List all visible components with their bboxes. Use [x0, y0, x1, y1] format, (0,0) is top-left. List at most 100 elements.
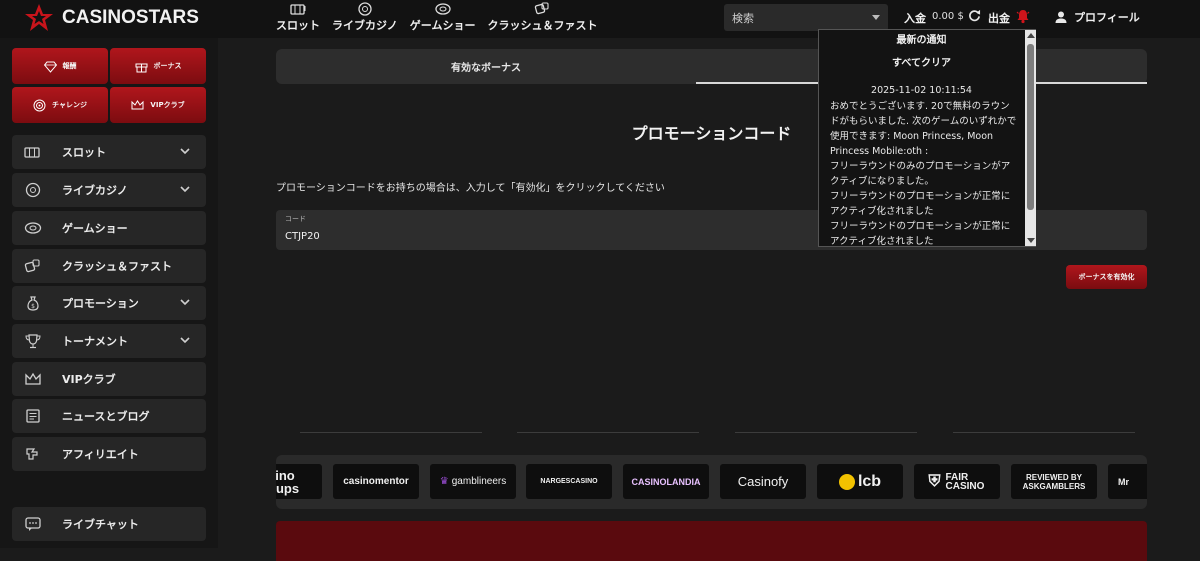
sidebar: 報酬 ボーナス チャレンジ VIPクラブ スロット ライブカジノ ゲームショー … [0, 38, 218, 548]
scroll-up-arrow-icon[interactable] [1027, 33, 1035, 38]
divider [300, 432, 482, 433]
user-icon [1055, 11, 1067, 23]
vip-club-label: VIPクラブ [150, 101, 185, 109]
sidebar-item-label: プロモーション [62, 297, 139, 310]
sidebar-item-game-show[interactable]: ゲームショー [12, 211, 206, 245]
partner-logo-strip: sino oups casinomentor ♛gamblineers NARG… [276, 455, 1147, 509]
chevron-down-icon [180, 186, 190, 193]
partner-logo[interactable]: casinomentor [333, 464, 419, 499]
search-select[interactable]: 検索 [724, 4, 888, 31]
sidebar-item-news-blog[interactable]: ニュースとブログ [12, 399, 206, 433]
sidebar-item-tournaments[interactable]: トーナメント [12, 324, 206, 358]
profile-label: プロフィール [1074, 11, 1140, 24]
refresh-icon[interactable] [968, 9, 981, 22]
top-nav: スロット ライブカジノ ゲームショー クラッシュ＆ファスト [276, 0, 597, 38]
topnav-live-casino[interactable]: ライブカジノ [332, 0, 398, 38]
divider [735, 432, 917, 433]
money-bag-icon: $ [27, 296, 39, 311]
sidebar-item-label: ゲームショー [62, 222, 128, 235]
scrollbar-thumb[interactable] [1027, 44, 1034, 210]
scroll-down-arrow-icon[interactable] [1027, 238, 1035, 243]
sidebar-item-affiliate[interactable]: アフィリエイト [12, 437, 206, 471]
live-chat-button[interactable]: ライブチャット [12, 507, 206, 541]
sidebar-item-label: アフィリエイト [62, 448, 139, 461]
target-icon [33, 99, 46, 111]
topnav-slots[interactable]: スロット [276, 0, 320, 38]
search-placeholder: 検索 [732, 11, 754, 25]
newspaper-icon [26, 409, 40, 423]
partner-logo[interactable]: Mr [1108, 464, 1147, 499]
sidebar-item-live-casino[interactable]: ライブカジノ [12, 173, 206, 207]
tab-active-bonuses[interactable]: 有効なボーナス [276, 49, 696, 84]
chevron-down-icon [180, 299, 190, 306]
withdraw-link[interactable]: 出金 [988, 10, 1010, 26]
bonus-button[interactable]: ボーナス [110, 48, 206, 84]
partner-logo[interactable]: CASINOLANDIA [623, 464, 709, 499]
rewards-label: 報酬 [62, 62, 77, 70]
profile-button[interactable]: プロフィール [1054, 9, 1140, 25]
wheel-icon [24, 222, 42, 234]
divider [953, 432, 1135, 433]
poker-chip-icon [358, 2, 372, 16]
live-chat-label: ライブチャット [62, 518, 139, 531]
topnav-game-show[interactable]: ゲームショー [409, 0, 476, 38]
partner-logo[interactable]: REVIEWED BY ASKGAMBLERS [1011, 464, 1097, 499]
sidebar-item-label: ライブカジノ [62, 184, 128, 197]
dice-icon [535, 2, 550, 15]
sidebar-item-slots[interactable]: スロット [12, 135, 206, 169]
clear-all-button[interactable]: すべてクリア [819, 54, 1024, 69]
sidebar-item-crash-fast[interactable]: クラッシュ＆ファスト [12, 249, 206, 283]
rewards-button[interactable]: 報酬 [12, 48, 108, 84]
logo[interactable]: CASINOSTARS [24, 4, 199, 32]
notification-timestamp: 2025-11-02 10:11:54 [871, 85, 972, 96]
vip-club-button[interactable]: VIPクラブ [110, 87, 206, 123]
partner-logo[interactable]: Casinofy [720, 464, 806, 499]
wheel-icon [434, 3, 451, 15]
sidebar-item-promotions[interactable]: $ プロモーション [12, 286, 206, 320]
bonus-label: ボーナス [153, 62, 182, 70]
topnav-crash-fast[interactable]: クラッシュ＆ファスト [487, 0, 597, 38]
gift-icon [135, 63, 147, 72]
svg-text:$: $ [31, 303, 35, 310]
sidebar-item-label: VIPクラブ [62, 373, 116, 386]
sidebar-item-label: トーナメント [62, 335, 128, 348]
partner-logo[interactable]: ♛ gamblineers [430, 464, 516, 499]
challenge-button[interactable]: チャレンジ [12, 87, 108, 123]
topnav-crash-fast-label: クラッシュ＆ファスト [487, 19, 598, 32]
deposit-link[interactable]: 入金 [904, 10, 926, 26]
dice-icon [24, 259, 40, 273]
bell-icon[interactable] [1015, 8, 1031, 24]
notification-heading: 最新の通知 [896, 35, 947, 46]
partner-logo[interactable]: ⛨ FAIR CASINO [914, 464, 1000, 499]
poker-chip-icon [25, 182, 41, 198]
brand-name: CASINOSTARS [62, 7, 199, 28]
crown-icon [25, 372, 41, 385]
sidebar-item-label: ニュースとブログ [62, 410, 150, 423]
balance-value: 0.00 $ [932, 11, 964, 22]
trophy-icon [25, 334, 41, 349]
partner-logo[interactable]: lcb [817, 464, 903, 499]
crown-icon [131, 99, 144, 109]
challenge-label: チャレンジ [52, 101, 87, 109]
slot-machine-icon [24, 147, 40, 158]
activate-bonus-button[interactable]: ボーナスを有効化 [1066, 265, 1147, 289]
promo-instruction: プロモーションコードをお持ちの場合は、入力して「有効化」をクリックしてください [276, 183, 665, 194]
topnav-slots-label: スロット [276, 19, 320, 32]
slot-machine-icon [290, 4, 306, 15]
promo-button-grid: 報酬 ボーナス チャレンジ VIPクラブ [12, 48, 206, 123]
divider [517, 432, 699, 433]
topnav-live-casino-label: ライブカジノ [332, 19, 398, 32]
chevron-down-icon [872, 15, 880, 20]
sidebar-item-label: クラッシュ＆ファスト [62, 260, 172, 273]
chevron-down-icon [180, 337, 190, 344]
partner-logo[interactable]: sino oups [276, 464, 322, 499]
partner-logo[interactable]: NARGESCASINO [526, 464, 612, 499]
diamond-icon [43, 61, 57, 73]
sidebar-item-vip-club[interactable]: VIPクラブ [12, 362, 206, 396]
notification-panel: 最新の通知 すべてクリア 2025-11-02 10:11:54 おめでとうござ… [818, 29, 1036, 247]
topnav-game-show-label: ゲームショー [409, 19, 476, 32]
chat-icon [25, 517, 41, 531]
promo-code-input[interactable] [285, 231, 585, 242]
star-logo-icon [25, 4, 53, 31]
notification-message: おめでとうございます. 20で無料のラウンドがもらいました. 次のゲームのいずれ… [830, 101, 1017, 247]
